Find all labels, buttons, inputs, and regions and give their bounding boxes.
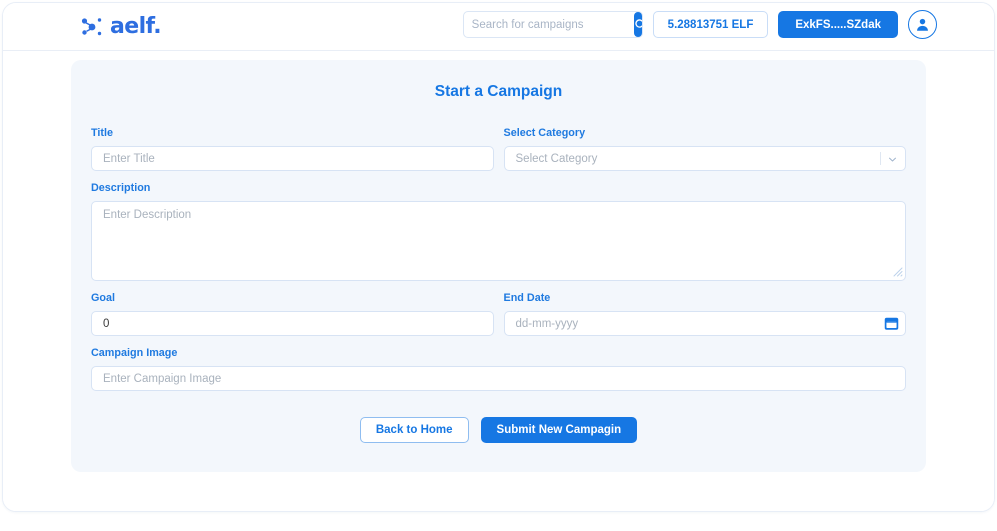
field-goal: Goal bbox=[91, 292, 494, 336]
form-fields: Title Select Category Select Category bbox=[81, 127, 916, 443]
form-actions: Back to Home Submit New Campagin bbox=[91, 417, 906, 443]
goal-input[interactable] bbox=[91, 311, 494, 336]
search-box[interactable] bbox=[462, 11, 643, 38]
select-divider bbox=[880, 152, 881, 165]
submit-campaign-button[interactable]: Submit New Campagin bbox=[480, 417, 638, 443]
search-icon bbox=[634, 19, 642, 28]
brand-logo[interactable]: aelf. bbox=[81, 13, 162, 41]
field-label-category: Select Category bbox=[503, 127, 586, 139]
category-select[interactable]: Select Category bbox=[503, 146, 906, 171]
page-body: Start a Campaign Title Select Category S… bbox=[3, 51, 994, 511]
form-row-description: Description bbox=[91, 182, 906, 281]
app-window: aelf. 5.28813751 ELF ExkFS.....SZdak bbox=[2, 2, 995, 512]
field-campaign-image: Campaign Image bbox=[91, 347, 906, 391]
wallet-balance-button[interactable]: 5.28813751 ELF bbox=[652, 11, 769, 38]
description-wrap bbox=[91, 201, 906, 281]
description-textarea[interactable] bbox=[91, 201, 906, 281]
end-date-input[interactable] bbox=[503, 311, 906, 336]
campaign-image-input[interactable] bbox=[91, 366, 906, 391]
chevron-down-icon[interactable] bbox=[888, 155, 897, 164]
field-category: Select Category Select Category bbox=[503, 127, 906, 171]
field-label-end-date: End Date bbox=[503, 292, 551, 304]
field-end-date: End Date bbox=[503, 292, 906, 336]
calendar-picker-button[interactable] bbox=[883, 315, 900, 332]
aelf-dots-icon bbox=[81, 18, 102, 36]
form-row-campaign-image: Campaign Image bbox=[91, 347, 906, 391]
avatar[interactable] bbox=[908, 10, 937, 39]
field-label-title: Title bbox=[91, 127, 113, 139]
field-label-description: Description bbox=[91, 182, 151, 194]
title-input[interactable] bbox=[91, 146, 494, 171]
page-title: Start a Campaign bbox=[434, 83, 563, 100]
search-button[interactable] bbox=[633, 12, 642, 37]
wallet-address-button[interactable]: ExkFS.....SZdak bbox=[778, 11, 898, 38]
category-select-value: Select Category bbox=[515, 152, 598, 165]
form-row-goal-enddate: Goal End Date bbox=[91, 292, 906, 336]
search-input[interactable] bbox=[463, 12, 634, 37]
form-row-title-category: Title Select Category Select Category bbox=[91, 127, 906, 171]
field-title: Title bbox=[91, 127, 494, 171]
user-avatar-icon bbox=[917, 18, 928, 31]
field-label-goal: Goal bbox=[91, 292, 115, 304]
header-actions: 5.28813751 ELF ExkFS.....SZdak bbox=[462, 10, 937, 39]
back-to-home-button[interactable]: Back to Home bbox=[359, 417, 469, 443]
campaign-form-card: Start a Campaign Title Select Category S… bbox=[71, 60, 926, 472]
site-header: aelf. 5.28813751 ELF ExkFS.....SZdak bbox=[3, 3, 994, 51]
field-label-campaign-image: Campaign Image bbox=[91, 347, 178, 359]
field-description: Description bbox=[91, 182, 906, 281]
end-date-wrap bbox=[503, 311, 906, 336]
calendar-icon bbox=[884, 317, 899, 330]
brand-wordmark: aelf. bbox=[110, 14, 162, 39]
